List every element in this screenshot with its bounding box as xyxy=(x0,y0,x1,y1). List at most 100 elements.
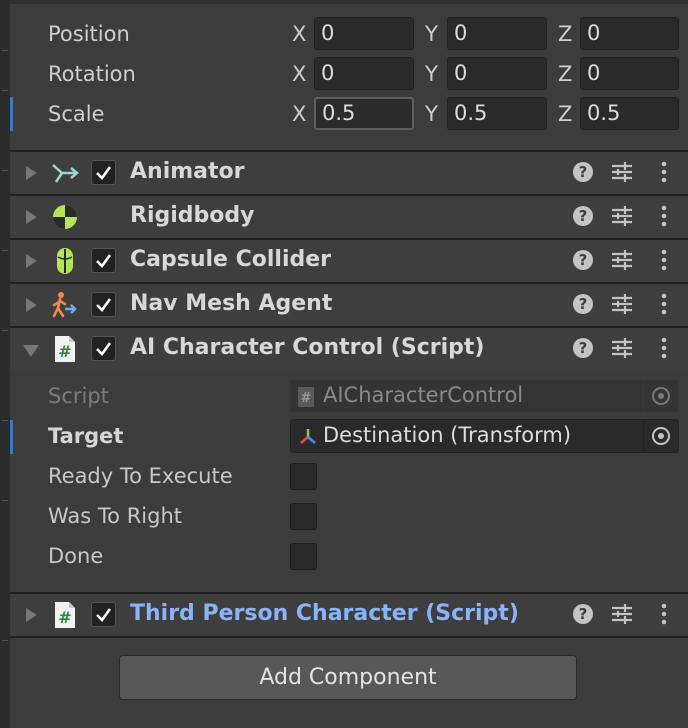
presets-icon[interactable] xyxy=(610,292,634,316)
help-icon[interactable]: ? xyxy=(571,602,595,626)
scale-z-field[interactable]: 0.5 xyxy=(580,97,679,130)
axis-z-label: Z xyxy=(558,62,573,86)
rotation-x-field[interactable]: 0 xyxy=(314,57,414,90)
axis-y-label: Y xyxy=(425,62,438,86)
axis-x-label: X xyxy=(292,22,307,46)
component-title: AI Character Control (Script) xyxy=(130,335,485,360)
more-options-icon[interactable] xyxy=(652,336,676,360)
done-row: Done xyxy=(10,538,688,578)
enabled-checkbox[interactable] xyxy=(91,336,116,361)
svg-text:#: # xyxy=(301,391,312,406)
help-icon[interactable]: ? xyxy=(571,160,595,184)
more-options-icon[interactable] xyxy=(652,160,676,184)
target-value: Destination (Transform) xyxy=(323,423,572,447)
add-component-button[interactable]: Add Component xyxy=(119,655,577,700)
more-options-icon[interactable] xyxy=(652,204,676,228)
position-row: Position X 0 Y 0 Z 0 xyxy=(10,15,688,55)
component-ai-character-control[interactable]: # AI Character Control (Script) ? xyxy=(10,326,688,370)
checkmark-icon xyxy=(96,254,112,268)
presets-icon[interactable] xyxy=(610,248,634,272)
enabled-checkbox[interactable] xyxy=(91,602,116,627)
component-title: Rigidbody xyxy=(130,203,255,228)
ready-to-execute-checkbox[interactable] xyxy=(290,463,317,490)
svg-text:?: ? xyxy=(579,163,588,181)
component-title: Animator xyxy=(130,159,245,184)
help-icon[interactable]: ? xyxy=(571,204,595,228)
scale-y-field[interactable]: 0.5 xyxy=(447,97,547,130)
rotation-z-field[interactable]: 0 xyxy=(580,57,679,90)
object-picker-icon xyxy=(652,427,670,445)
presets-icon[interactable] xyxy=(610,336,634,360)
axis-z-label: Z xyxy=(558,22,573,46)
svg-text:#: # xyxy=(58,608,71,627)
axis-z-label: Z xyxy=(558,102,573,126)
script-icon: # xyxy=(55,336,75,362)
component-capsule-collider[interactable]: Capsule Collider ? xyxy=(10,238,688,282)
rotation-y-field[interactable]: 0 xyxy=(447,57,547,90)
target-row: Target Destination (Transform) xyxy=(10,418,688,458)
foldout-arrow-icon[interactable] xyxy=(26,254,37,268)
enabled-checkbox[interactable] xyxy=(91,160,116,185)
was-to-right-checkbox[interactable] xyxy=(290,503,317,530)
component-animator[interactable]: Animator ? xyxy=(10,150,688,194)
rigidbody-icon xyxy=(53,205,77,229)
animator-icon xyxy=(52,164,79,183)
ready-to-execute-row: Ready To Execute xyxy=(10,458,688,498)
presets-icon[interactable] xyxy=(610,160,634,184)
section-divider xyxy=(10,636,688,638)
ready-to-execute-label: Ready To Execute xyxy=(48,464,233,488)
svg-text:?: ? xyxy=(579,251,588,269)
help-icon[interactable]: ? xyxy=(571,336,595,360)
position-y-field[interactable]: 0 xyxy=(447,17,547,50)
component-third-person-character[interactable]: # Third Person Character (Script) ? xyxy=(10,592,688,636)
component-title: Third Person Character (Script) xyxy=(130,601,519,626)
object-picker-icon xyxy=(652,387,670,405)
help-icon[interactable]: ? xyxy=(571,248,595,272)
foldout-arrow-icon[interactable] xyxy=(26,608,37,622)
help-icon[interactable]: ? xyxy=(571,292,595,316)
scale-x-field[interactable]: 0.5 xyxy=(314,97,414,130)
script-value: AICharacterControl xyxy=(323,383,524,407)
svg-text:?: ? xyxy=(579,207,588,225)
svg-text:#: # xyxy=(58,342,71,361)
inspector-panel: Position X 0 Y 0 Z 0 Rotation X 0 Y 0 Z … xyxy=(10,0,688,728)
foldout-arrow-icon[interactable] xyxy=(26,166,37,180)
target-object-field[interactable]: Destination (Transform) xyxy=(290,419,679,453)
more-options-icon[interactable] xyxy=(652,602,676,626)
presets-icon[interactable] xyxy=(610,204,634,228)
position-label: Position xyxy=(48,22,130,46)
svg-text:?: ? xyxy=(579,295,588,313)
script-object-field: # AICharacterControl xyxy=(290,379,679,413)
component-rigidbody[interactable]: Rigidbody ? xyxy=(10,194,688,238)
script-icon: # xyxy=(55,602,75,628)
foldout-arrow-icon[interactable] xyxy=(23,345,39,357)
axis-x-label: X xyxy=(292,62,307,86)
checkmark-icon xyxy=(96,298,112,312)
component-title: Capsule Collider xyxy=(130,247,332,272)
axis-y-label: Y xyxy=(425,22,438,46)
left-edge xyxy=(0,0,10,728)
was-to-right-label: Was To Right xyxy=(48,504,182,528)
object-picker-button[interactable] xyxy=(643,420,678,452)
svg-text:?: ? xyxy=(579,339,588,357)
checkmark-icon xyxy=(96,608,112,622)
foldout-arrow-icon[interactable] xyxy=(26,298,37,312)
foldout-arrow-icon[interactable] xyxy=(26,210,37,224)
axis-y-label: Y xyxy=(425,102,438,126)
position-z-field[interactable]: 0 xyxy=(580,17,679,50)
axis-x-label: X xyxy=(292,102,307,126)
capsule-collider-icon xyxy=(57,248,73,274)
done-label: Done xyxy=(48,544,104,568)
enabled-checkbox[interactable] xyxy=(91,248,116,273)
presets-icon[interactable] xyxy=(610,602,634,626)
nav-mesh-agent-icon xyxy=(52,292,77,318)
more-options-icon[interactable] xyxy=(652,248,676,272)
was-to-right-row: Was To Right xyxy=(10,498,688,538)
enabled-checkbox[interactable] xyxy=(91,292,116,317)
done-checkbox[interactable] xyxy=(290,543,317,570)
position-x-field[interactable]: 0 xyxy=(314,17,414,50)
script-icon: # xyxy=(298,387,314,407)
more-options-icon[interactable] xyxy=(652,292,676,316)
scale-label: Scale xyxy=(48,102,105,126)
component-nav-mesh-agent[interactable]: Nav Mesh Agent ? xyxy=(10,282,688,326)
